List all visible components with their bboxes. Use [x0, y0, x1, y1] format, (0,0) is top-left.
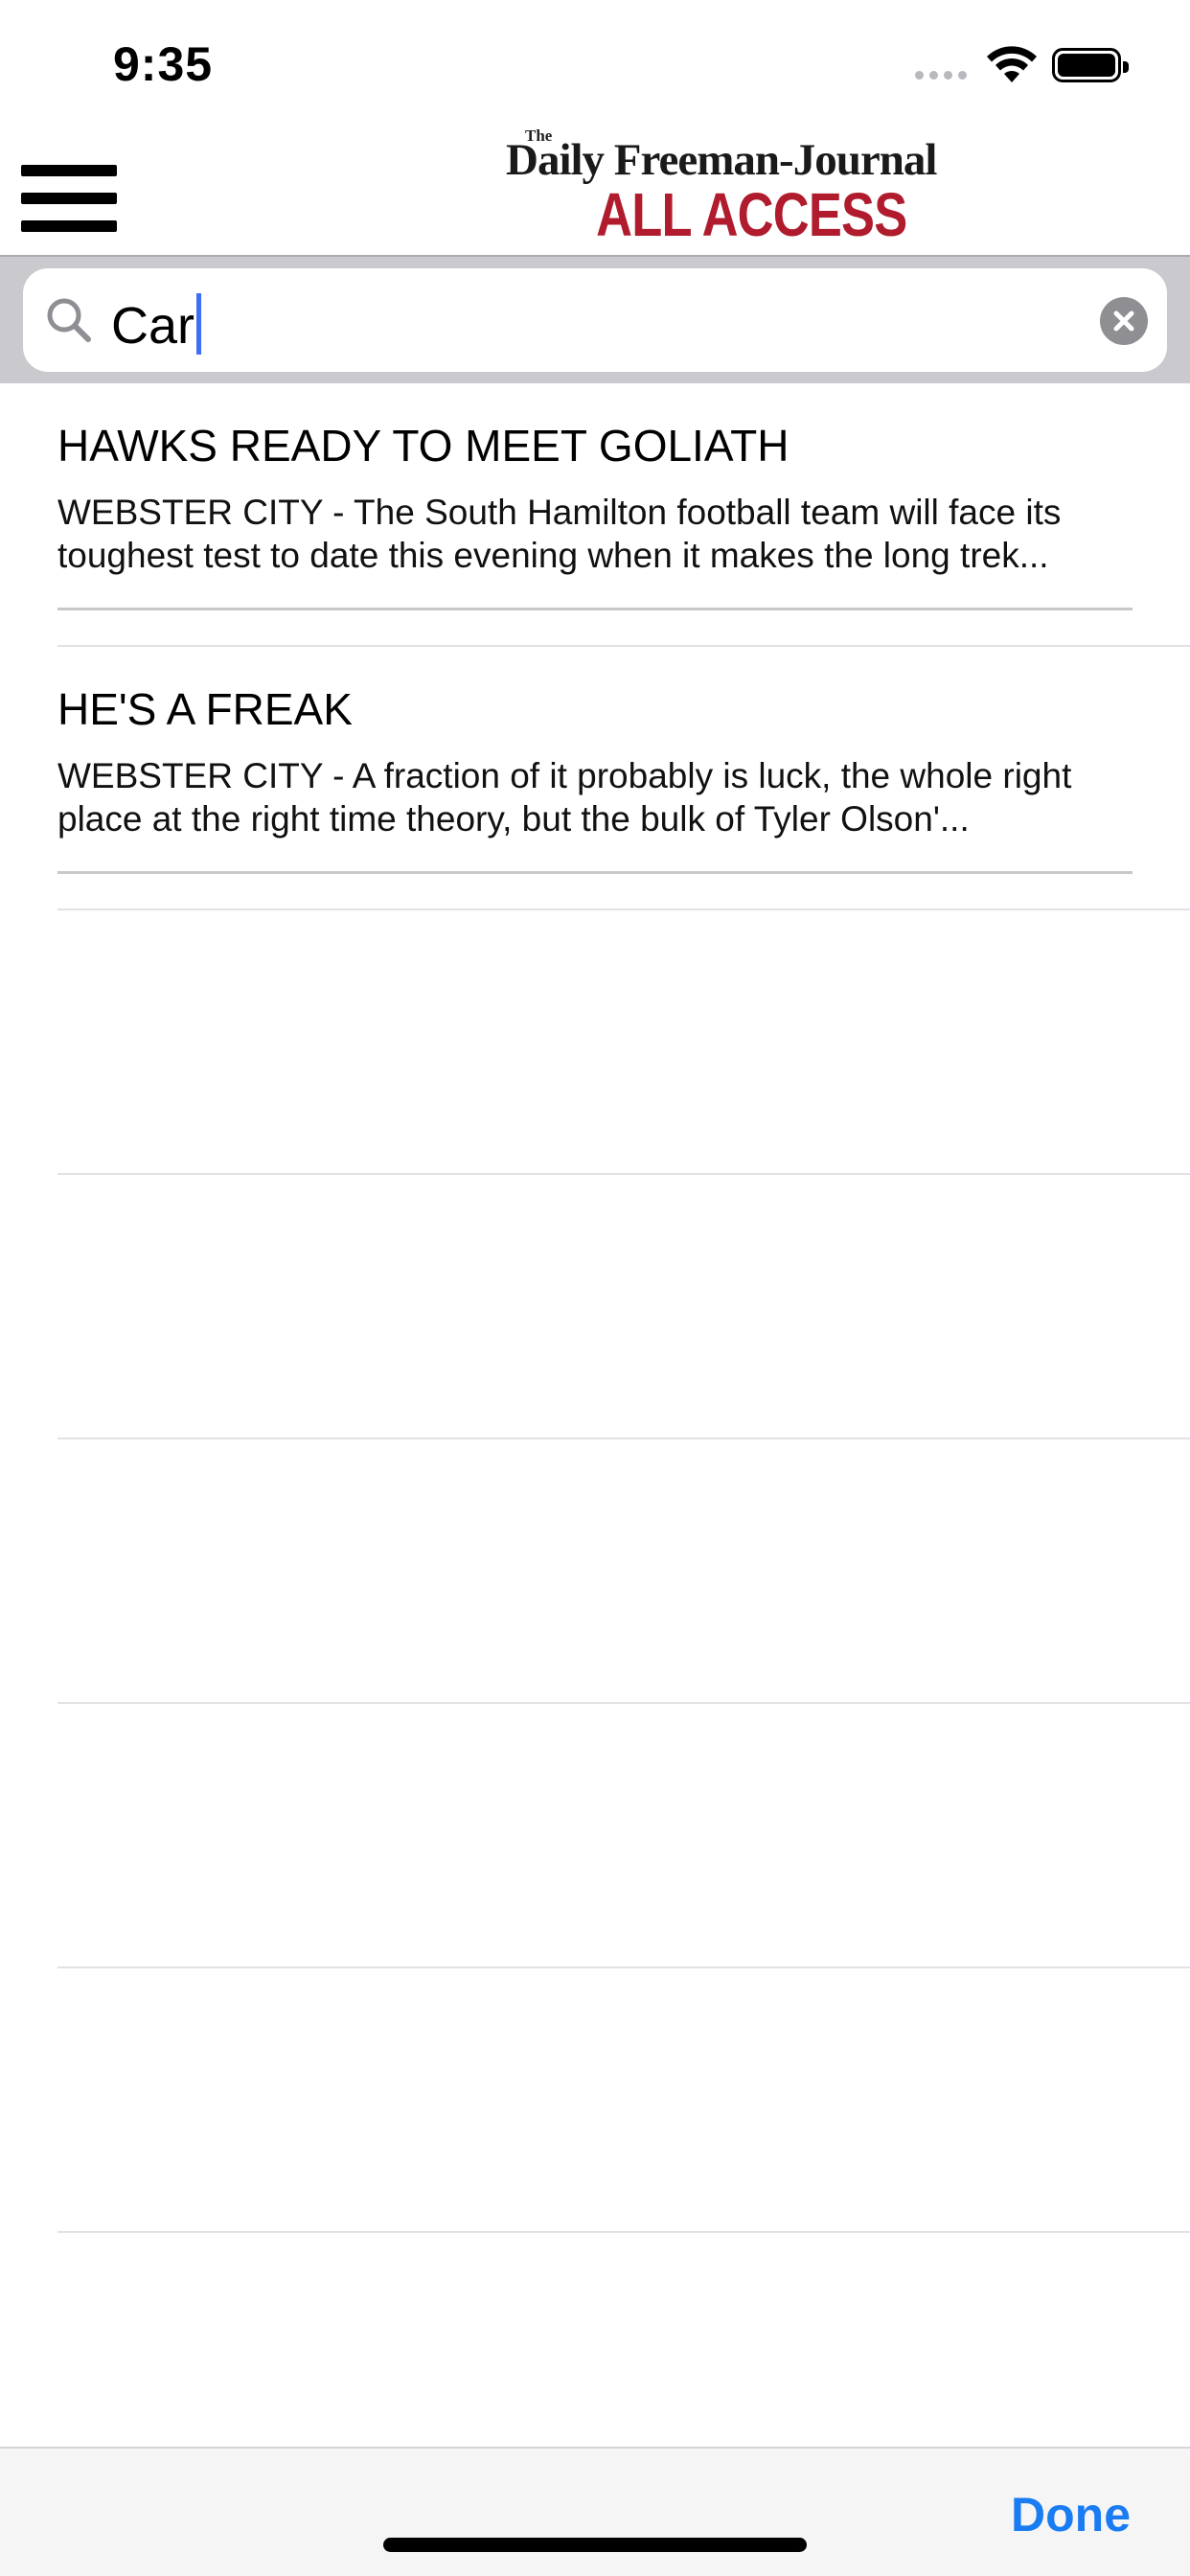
- search-value: Car: [111, 297, 195, 355]
- result-summary: WEBSTER CITY - The South Hamilton footba…: [57, 493, 1062, 575]
- done-button[interactable]: Done: [1011, 2487, 1131, 2542]
- hamburger-line: [21, 165, 117, 176]
- result-summary: WEBSTER CITY - A fraction of it probably…: [57, 756, 1072, 839]
- empty-row: [0, 1439, 1190, 1704]
- home-indicator[interactable]: [383, 2538, 807, 2552]
- search-icon: [47, 298, 91, 342]
- menu-button[interactable]: [21, 165, 117, 232]
- empty-row: [0, 1704, 1190, 1968]
- status-bar: 9:35: [0, 0, 1190, 125]
- result-item[interactable]: HE'S A FREAK WEBSTER CITY - A fraction o…: [0, 647, 1190, 910]
- result-item[interactable]: HAWKS READY TO MEET GOLIATH WEBSTER CITY…: [0, 383, 1190, 647]
- result-divider: [57, 871, 1133, 874]
- wifi-icon: [987, 46, 1037, 82]
- status-time: 9:35: [113, 37, 214, 91]
- search-bar: Car: [0, 255, 1190, 383]
- empty-row: [0, 1968, 1190, 2233]
- result-title: HAWKS READY TO MEET GOLIATH: [57, 421, 790, 471]
- row-separator: [57, 2231, 1190, 2233]
- app-logo: The Daily Freeman-Journal ALL ACCESS: [506, 125, 937, 255]
- app-header: The Daily Freeman-Journal ALL ACCESS: [0, 125, 1190, 255]
- result-title: HE'S A FREAK: [57, 684, 353, 734]
- text-caret: [196, 293, 202, 355]
- search-results-list: HAWKS READY TO MEET GOLIATH WEBSTER CITY…: [0, 383, 1190, 2233]
- empty-row: [0, 910, 1190, 1175]
- app-screen: 9:35 The Daily Freeman-Journal ALL ACCES…: [0, 0, 1190, 2576]
- cellular-signal-icon: [915, 71, 967, 80]
- clear-icon: [1113, 310, 1134, 332]
- empty-row: [0, 1175, 1190, 1439]
- hamburger-line: [21, 193, 117, 204]
- result-divider: [57, 608, 1133, 610]
- search-input[interactable]: Car: [111, 293, 202, 355]
- hamburger-line: [21, 220, 117, 232]
- battery-icon: [1052, 48, 1129, 82]
- logo-masthead: Daily Freeman-Journal: [506, 135, 937, 185]
- keyboard-toolbar: Done: [0, 2447, 1190, 2576]
- clear-button[interactable]: [1100, 297, 1148, 345]
- logo-accent: ALL ACCESS: [595, 180, 907, 249]
- search-field[interactable]: Car: [23, 268, 1167, 372]
